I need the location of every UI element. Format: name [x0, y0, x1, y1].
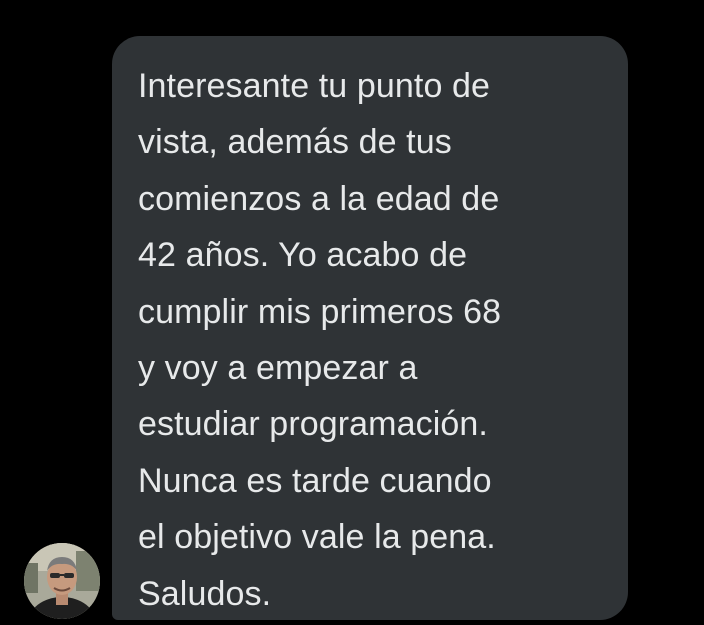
conversation-view: Interesante tu punto de vista, además de… — [0, 0, 704, 625]
sender-avatar[interactable] — [24, 543, 100, 619]
message-text: Interesante tu punto de vista, además de… — [138, 67, 502, 613]
user-photo-avatar-icon — [24, 543, 100, 619]
received-message-bubble[interactable]: Interesante tu punto de vista, además de… — [112, 36, 628, 620]
